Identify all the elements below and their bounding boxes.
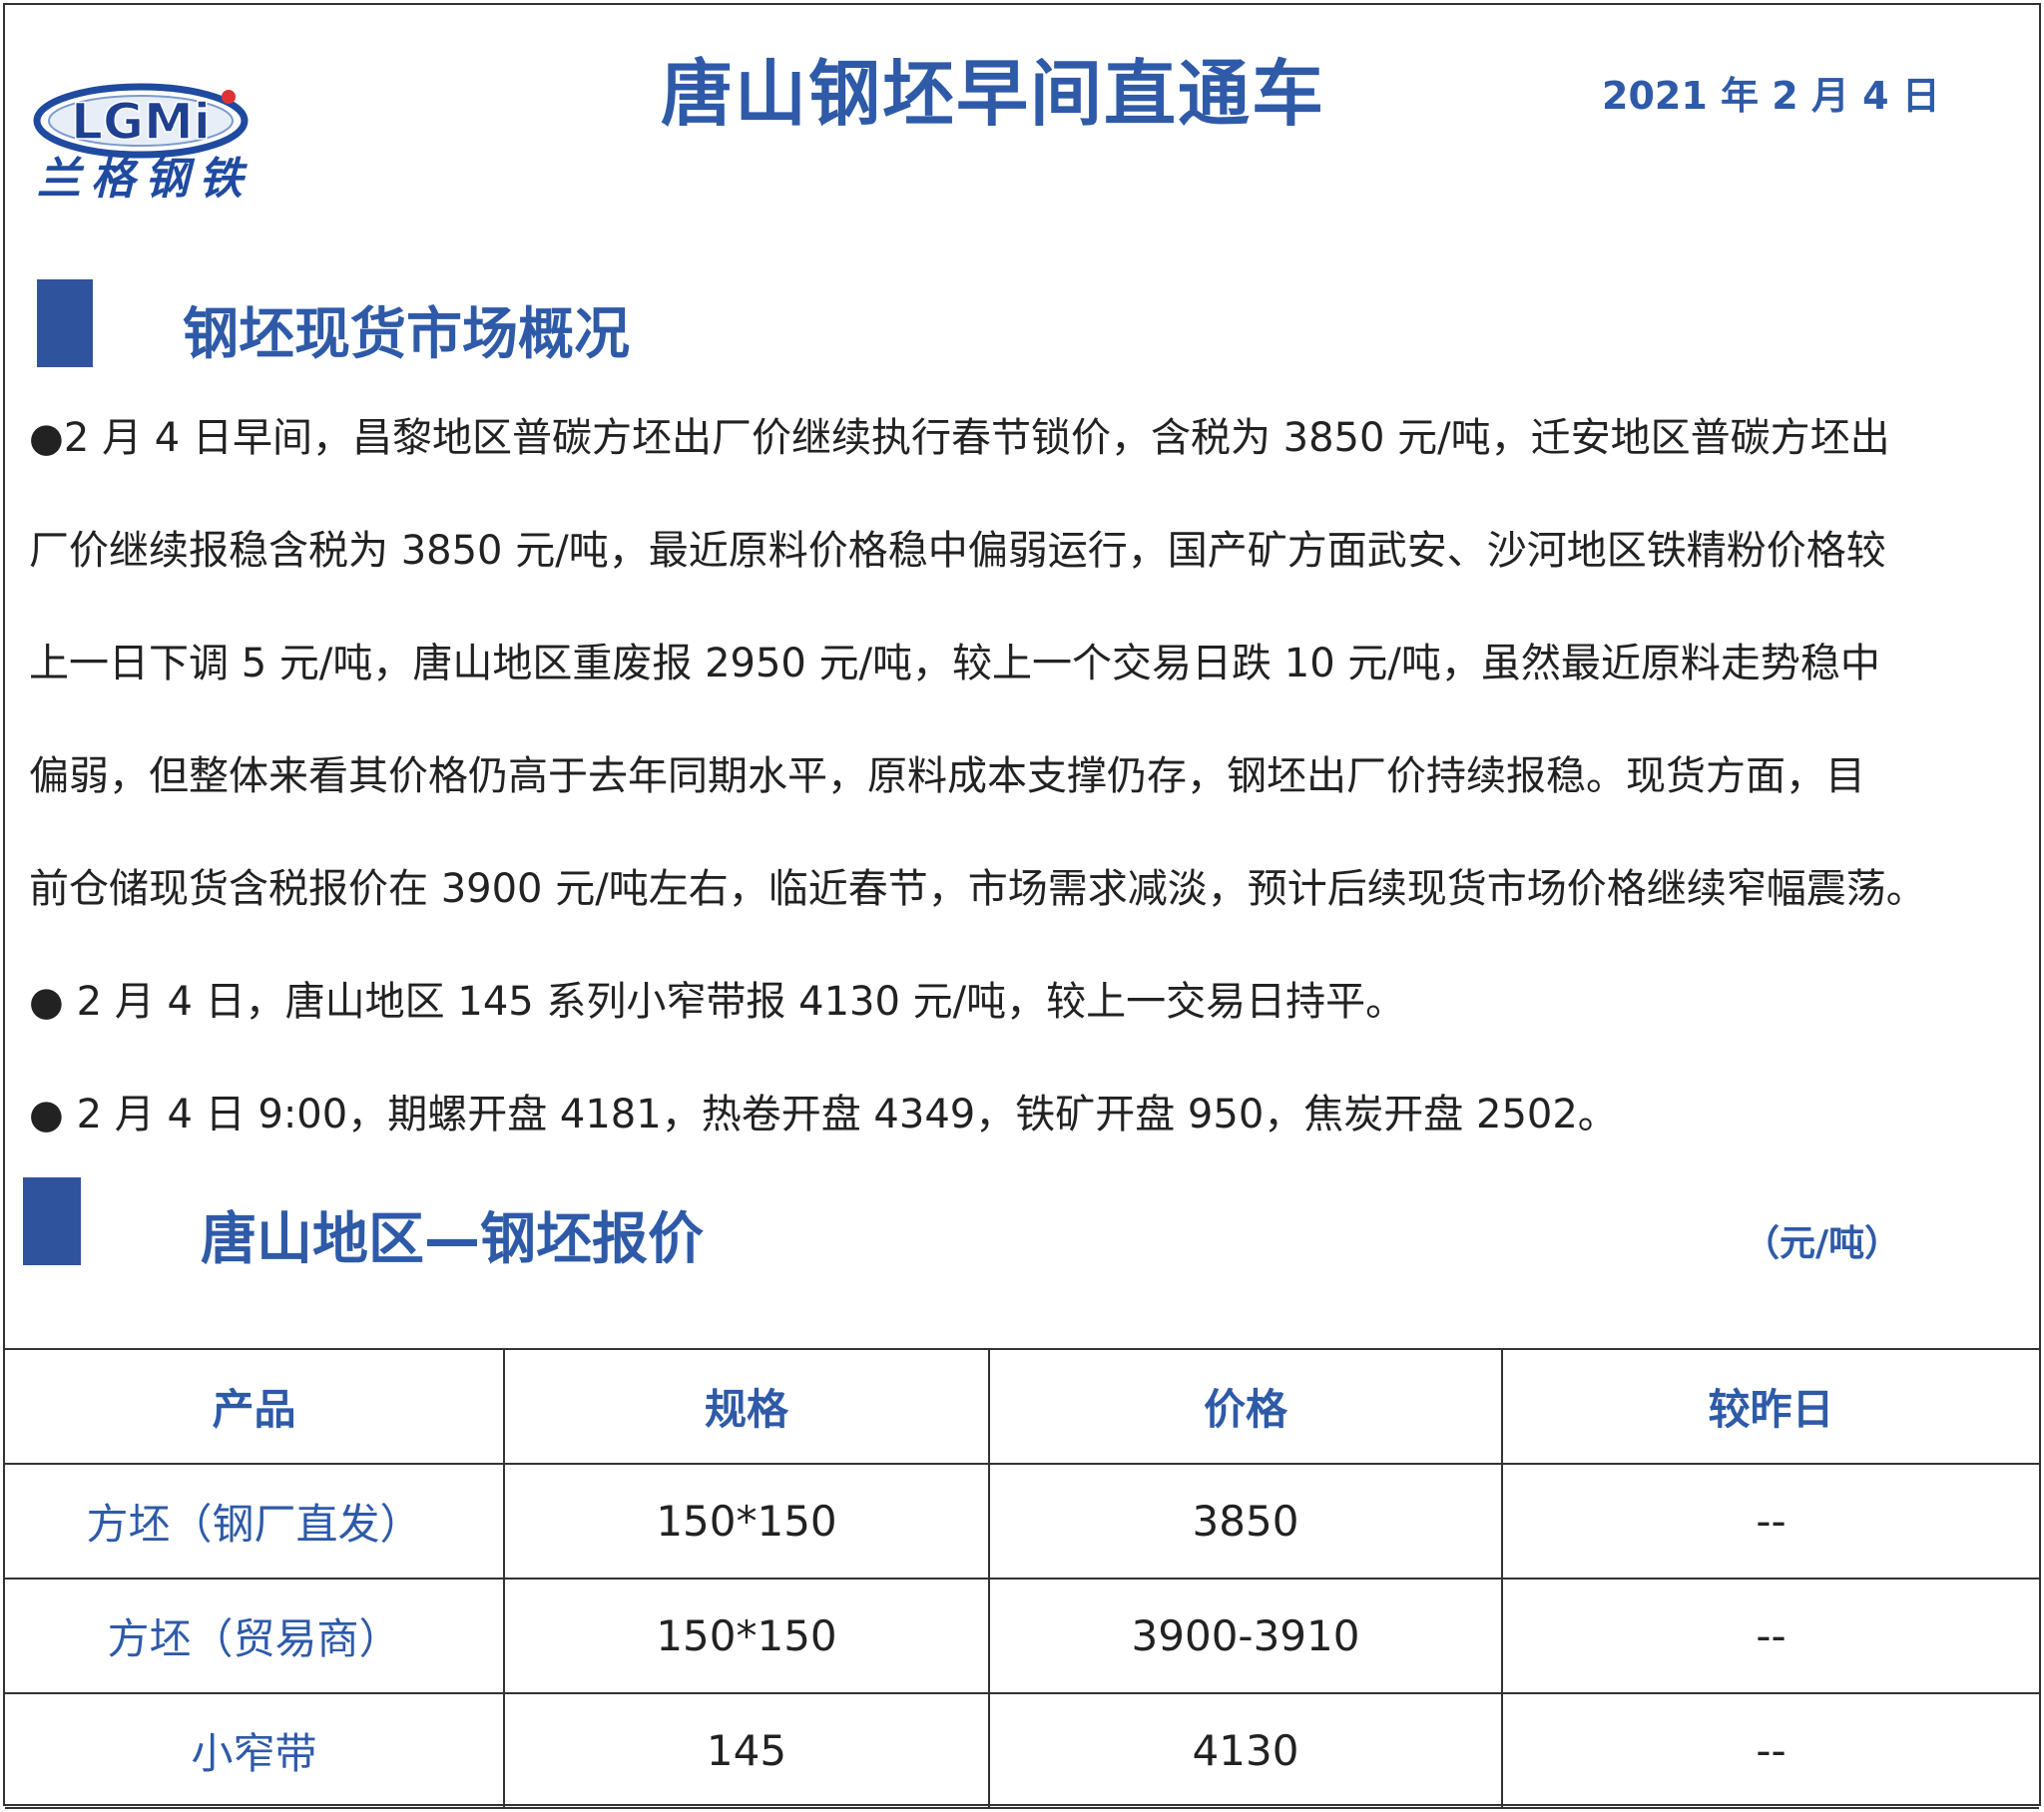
logo-chinese-name: 兰格钢铁 [37, 154, 253, 205]
table-row: 方坯（贸易商） 150*150 3900-3910 -- [5, 1578, 2039, 1694]
column-header-price: 价格 [988, 1348, 1503, 1465]
cell-product: 方坯（贸易商） [5, 1578, 505, 1694]
cell-change: -- [1501, 1463, 2039, 1580]
cell-product: 方坯（钢厂直发） [5, 1463, 505, 1580]
column-header-spec: 规格 [503, 1348, 990, 1465]
paragraph-line: 上一日下调 5 元/吨，唐山地区重废报 2950 元/吨，较上一个交易日跌 10… [29, 641, 1880, 686]
column-header-product: 产品 [5, 1348, 505, 1465]
bullet-narrow-strip: ● 2 月 4 日，唐山地区 145 系列小窄带报 4130 元/吨，较上一交易… [29, 979, 1406, 1025]
cell-change: -- [1501, 1578, 2039, 1694]
cell-spec: 145 [503, 1692, 990, 1809]
section-marker [37, 279, 93, 367]
paragraph-line: 偏弱，但整体来看其价格仍高于去年同期水平，原料成本支撑仍存，钢坯出厂价持续报稳。… [29, 753, 1865, 799]
cell-spec: 150*150 [503, 1463, 990, 1580]
paragraph-line: 前仓储现货含税报价在 3900 元/吨左右，临近春节，市场需求减淡，预计后续现货… [29, 866, 1926, 912]
paragraph-line: ●2 月 4 日早间，昌黎地区普碳方坯出厂价继续执行春节锁价，含税为 3850 … [29, 415, 1890, 461]
section-title-market-overview: 钢坯现货市场概况 [183, 302, 630, 367]
report-page: LGMi 兰格钢铁 唐山钢坯早间直通车 2021 年 2 月 4 日 钢坯现货市… [3, 3, 2041, 1809]
cell-price: 4130 [988, 1692, 1503, 1809]
page-title: 唐山钢坯早间直通车 [660, 52, 1325, 136]
market-overview-paragraph: ●2 月 4 日早间，昌黎地区普碳方坯出厂价继续执行春节锁价，含税为 3850 … [29, 382, 2025, 946]
cell-product: 小窄带 [5, 1692, 505, 1809]
section-marker [23, 1177, 81, 1265]
table-row: 方坯（钢厂直发） 150*150 3850 -- [5, 1463, 2039, 1580]
price-table: 产品 规格 价格 较昨日 方坯（钢厂直发） 150*150 3850 -- 方坯… [5, 1348, 2039, 1809]
paragraph-line: 厂价继续报稳含税为 3850 元/吨，最近原料价格稳中偏弱运行，国产矿方面武安、… [29, 528, 1886, 574]
cell-price: 3900-3910 [988, 1578, 1503, 1694]
bullet-futures-open: ● 2 月 4 日 9:00，期螺开盘 4181，热卷开盘 4349，铁矿开盘 … [29, 1092, 1618, 1137]
table-row: 小窄带 145 4130 -- [5, 1692, 2039, 1809]
cell-spec: 150*150 [503, 1578, 990, 1694]
table-header-row: 产品 规格 价格 较昨日 [5, 1348, 2039, 1465]
cell-price: 3850 [988, 1463, 1503, 1580]
price-unit-label: （元/吨） [1744, 1223, 1901, 1264]
report-date: 2021 年 2 月 4 日 [1602, 74, 1940, 118]
cell-change: -- [1501, 1692, 2039, 1809]
section-title-price-quotes: 唐山地区—钢坯报价 [201, 1207, 704, 1272]
column-header-change: 较昨日 [1501, 1348, 2039, 1465]
